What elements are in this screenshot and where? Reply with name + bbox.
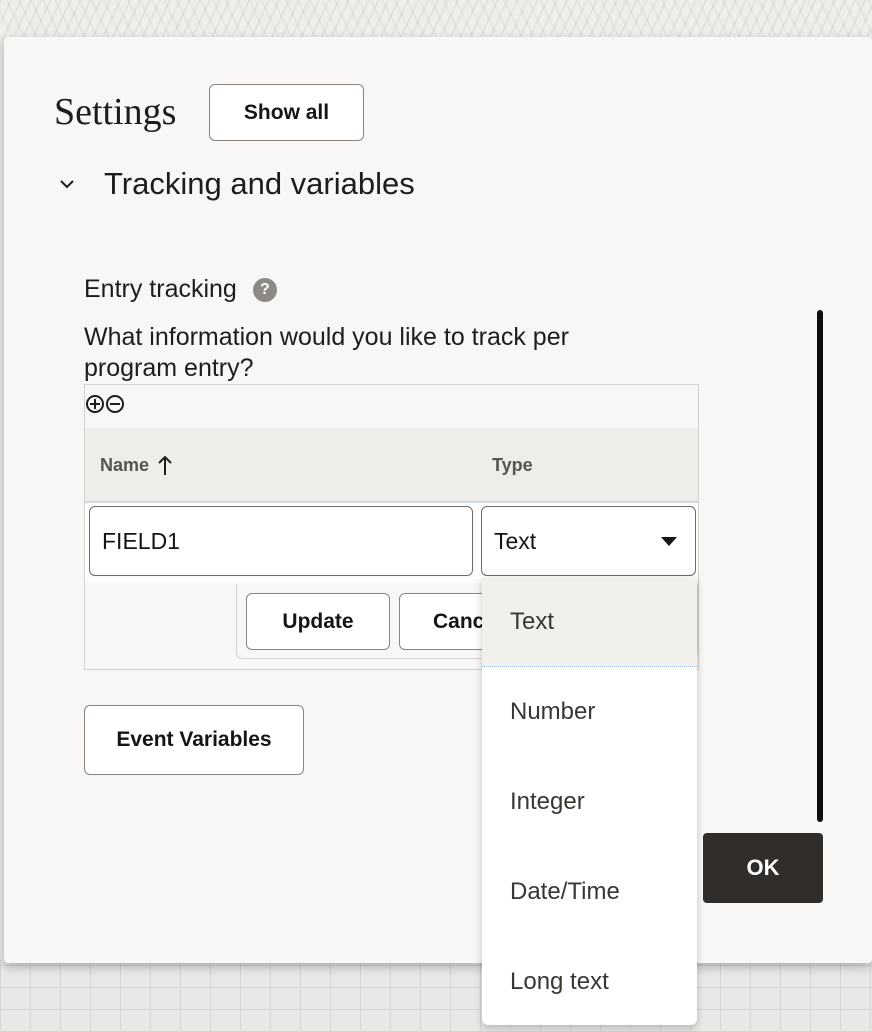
column-header-name[interactable]: Name (100, 454, 173, 476)
scrollbar[interactable] (817, 310, 823, 822)
column-header-type[interactable]: Type (492, 455, 533, 476)
type-option-text[interactable]: Text (482, 577, 697, 667)
update-button[interactable]: Update (246, 593, 390, 650)
show-all-button[interactable]: Show all (209, 84, 364, 141)
section-title: Tracking and variables (104, 166, 415, 201)
type-option-datetime[interactable]: Date/Time (482, 847, 697, 937)
column-name-label: Name (100, 454, 150, 475)
background-canvas (0, 960, 872, 1032)
type-dropdown-menu: Text Number Integer Date/Time Long text (482, 577, 697, 1025)
background-header-texture (0, 0, 872, 40)
type-select[interactable]: Text (481, 506, 696, 576)
settings-title: Settings (54, 91, 177, 133)
event-variables-button[interactable]: Event Variables (84, 705, 304, 775)
entry-tracking-label: Entry tracking ? (84, 275, 277, 304)
grid-header-row (85, 428, 698, 503)
entry-tracking-question: What information would you like to track… (84, 323, 569, 382)
plus-circle-icon[interactable] (86, 395, 104, 413)
type-option-integer[interactable]: Integer (482, 757, 697, 847)
entry-tracking-text: Entry tracking (84, 275, 237, 303)
field-name-input[interactable] (89, 506, 473, 576)
grid-toolbar (86, 395, 124, 413)
type-option-number[interactable]: Number (482, 667, 697, 757)
minus-circle-icon[interactable] (106, 395, 124, 413)
help-icon[interactable]: ? (252, 277, 277, 302)
type-select-value: Text (494, 527, 537, 554)
arrow-up-icon (158, 455, 172, 475)
chevron-down-icon (60, 180, 74, 189)
tracking-section-header[interactable]: Tracking and variables (58, 166, 415, 202)
caret-down-icon (661, 537, 677, 546)
type-option-long-text[interactable]: Long text (482, 937, 697, 1027)
ok-button[interactable]: OK (703, 833, 823, 903)
